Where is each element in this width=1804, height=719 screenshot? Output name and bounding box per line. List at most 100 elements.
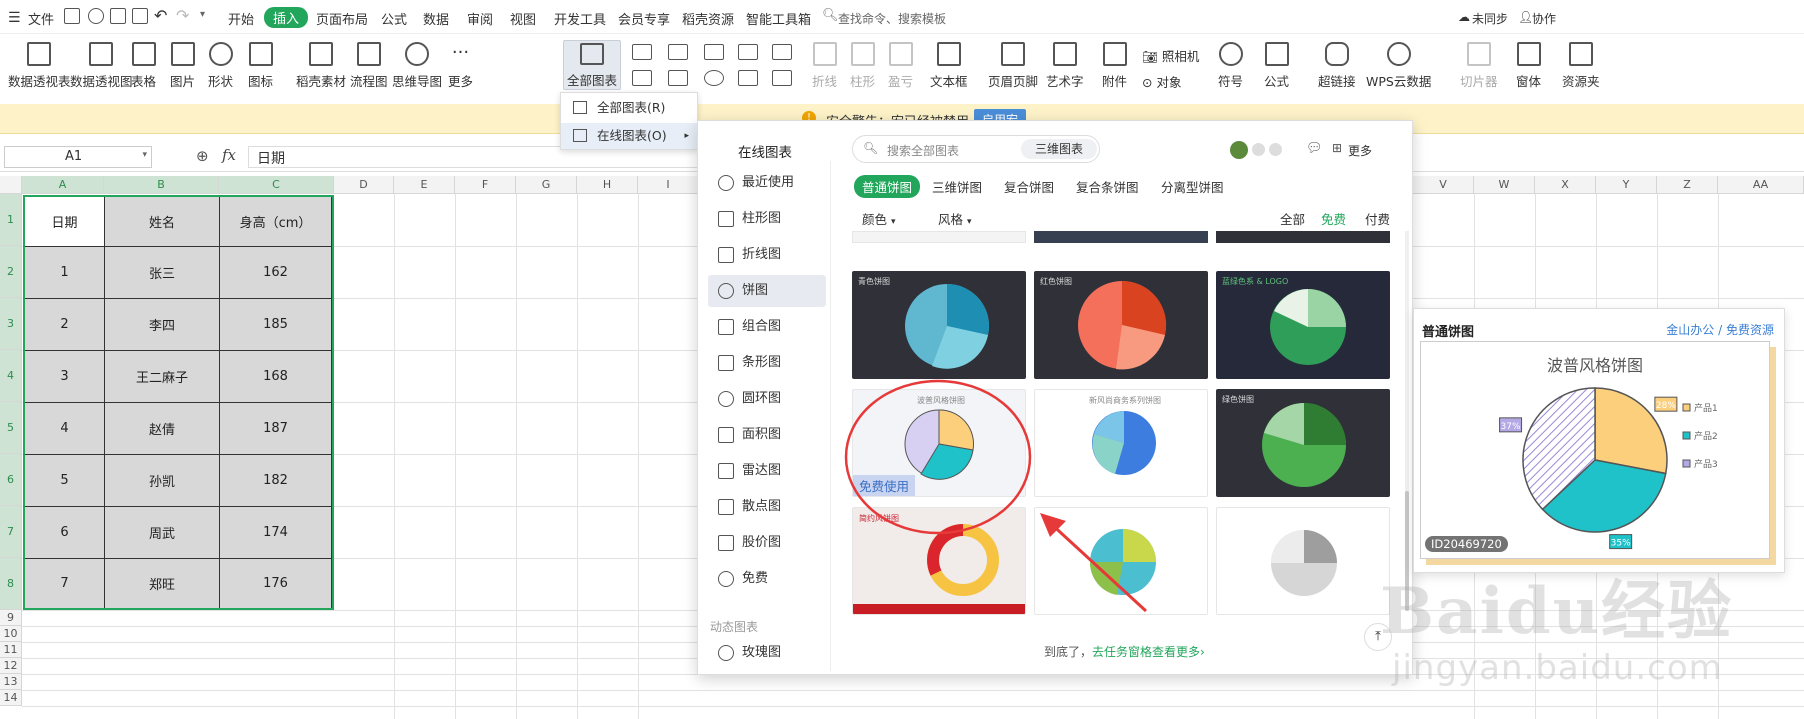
undo-icon[interactable]: ↶	[154, 6, 167, 25]
pie-chart-icon[interactable]	[704, 70, 724, 86]
sparkline-line-button[interactable]: 折线	[812, 42, 837, 90]
select-all-corner[interactable]	[0, 176, 22, 194]
row-header[interactable]: 13	[0, 674, 22, 690]
chart-thumbnail-partial[interactable]	[852, 231, 1026, 243]
sidebar-item-free[interactable]: 免费	[708, 563, 826, 595]
chart-thumbnail[interactable]	[1034, 507, 1208, 615]
all-charts-button[interactable]: 全部图表	[563, 40, 622, 90]
filter-paid[interactable]: 付费	[1365, 209, 1390, 228]
tab-bar-of-pie[interactable]: 复合条饼图	[1076, 177, 1139, 196]
chart-thumbnail[interactable]: 绿色饼图	[1216, 389, 1390, 497]
area-chart-icon[interactable]	[632, 70, 652, 86]
row-header[interactable]: 4	[0, 350, 22, 402]
tab-docer[interactable]: 稻壳资源	[682, 9, 734, 28]
tab-compound-pie[interactable]: 复合饼图	[1004, 177, 1054, 196]
column-header-g[interactable]: G	[516, 176, 577, 194]
icon-button[interactable]: 图标	[248, 42, 273, 90]
chart-thumbnail[interactable]	[1216, 507, 1390, 615]
row-header[interactable]: 5	[0, 402, 22, 454]
column-header-aa[interactable]: AA	[1718, 176, 1804, 194]
table-cell[interactable]: 赵倩	[104, 402, 220, 455]
column-header-y[interactable]: Y	[1596, 176, 1657, 194]
hamburger-icon[interactable]: ☰	[8, 10, 21, 26]
column-header-f[interactable]: F	[455, 176, 516, 194]
row-header[interactable]: 3	[0, 298, 22, 350]
sidebar-item-line[interactable]: 折线图	[708, 239, 826, 271]
file-menu[interactable]: 文件	[28, 9, 54, 28]
name-box[interactable]: A1 ▾	[4, 146, 152, 168]
column-header-e[interactable]: E	[394, 176, 455, 194]
filter-all[interactable]: 全部	[1280, 209, 1305, 228]
chart-thumbnail-pop-style[interactable]: 波普风格饼图 免费使用	[852, 389, 1026, 497]
pivot-chart-button[interactable]: 数据透视图	[70, 42, 133, 90]
style-filter[interactable]: 风格 ▾	[938, 209, 972, 228]
sparkline-winloss-button[interactable]: 盈亏	[888, 42, 913, 90]
table-header-cell[interactable]: 姓名	[104, 196, 220, 247]
zoom-icon[interactable]: ⊕	[196, 147, 209, 165]
bar-chart-small-icon[interactable]	[668, 44, 688, 60]
row-header[interactable]: 10	[0, 626, 22, 642]
tab-normal-pie[interactable]: 普通饼图	[854, 175, 921, 198]
chart-thumbnail-partial[interactable]	[1216, 231, 1390, 243]
search-tab-3d[interactable]: 三维图表	[1021, 139, 1097, 159]
textbox-button[interactable]: 文本框	[930, 42, 968, 90]
message-icon[interactable]: 💬︎	[1306, 141, 1323, 156]
shape-button[interactable]: 形状	[208, 42, 233, 90]
column-header-b[interactable]: B	[104, 176, 219, 194]
chart-thumbnail[interactable]: 红色饼图	[1034, 271, 1208, 379]
tab-home[interactable]: 开始	[228, 9, 254, 28]
sidebar-item-area[interactable]: 面积图	[708, 419, 826, 451]
chart-search-box[interactable]: 🔍︎ 搜索全部图表 三维图表	[852, 135, 1100, 163]
avatar[interactable]	[1230, 141, 1248, 159]
tab-member[interactable]: 会员专享	[618, 9, 670, 28]
column-header-x[interactable]: X	[1535, 176, 1596, 194]
column-header-d[interactable]: D	[334, 176, 394, 194]
sidebar-item-combo[interactable]: 组合图	[708, 311, 826, 343]
attachment-button[interactable]: 附件	[1102, 42, 1127, 90]
chart-thumbnail[interactable]: 蓝绿色系 & LOGO	[1216, 271, 1390, 379]
preview-source[interactable]: 金山办公 / 免费资源	[1666, 321, 1774, 338]
tab-view[interactable]: 视图	[510, 9, 536, 28]
preview-chart-area[interactable]: 波普风格饼图 28% 35% 37% 产品1 产品2 产品3 ID20469720	[1420, 341, 1770, 559]
tab-insert[interactable]: 插入	[264, 7, 309, 28]
color-filter[interactable]: 颜色 ▾	[862, 209, 896, 228]
column-header-c[interactable]: C	[219, 176, 334, 194]
table-cell[interactable]: 5	[24, 454, 105, 507]
menu-item-online-charts[interactable]: 在线图表(O) ▸	[561, 123, 697, 149]
mindmap-button[interactable]: 思维导图	[392, 42, 442, 90]
chart-thumbnail-partial[interactable]	[1034, 231, 1208, 243]
table-header-cell[interactable]: 身高（cm）	[219, 196, 332, 247]
sidebar-item-recent[interactable]: 最近使用	[708, 167, 826, 199]
row-header[interactable]: 11	[0, 642, 22, 658]
row-header[interactable]: 8	[0, 558, 22, 610]
quick-access-dropdown-icon[interactable]: ▾	[200, 9, 205, 20]
sidebar-item-radar[interactable]: 雷达图	[708, 455, 826, 487]
column-header-z[interactable]: Z	[1657, 176, 1718, 194]
table-cell[interactable]: 168	[219, 350, 332, 403]
free-use-badge[interactable]: 免费使用	[853, 475, 916, 496]
print-preview-icon[interactable]	[132, 8, 148, 24]
combo-chart-icon[interactable]	[668, 70, 688, 86]
table-cell[interactable]: 176	[219, 558, 332, 609]
wps-cloud-data-button[interactable]: WPS云数据	[1366, 42, 1431, 90]
collab-button[interactable]: 协作	[1532, 10, 1556, 27]
filter-free[interactable]: 免费	[1321, 209, 1346, 228]
tab-formula[interactable]: 公式	[381, 9, 407, 28]
tab-exploded-pie[interactable]: 分离型饼图	[1161, 177, 1224, 196]
table-cell[interactable]: 孙凯	[104, 454, 220, 507]
tab-developer[interactable]: 开发工具	[554, 9, 606, 28]
column-header-h[interactable]: H	[577, 176, 638, 194]
row-header[interactable]: 2	[0, 246, 22, 298]
form-button[interactable]: 窗体	[1516, 42, 1541, 90]
equation-button[interactable]: 公式	[1264, 42, 1289, 90]
line-chart-icon[interactable]	[704, 44, 724, 60]
picture-button[interactable]: 图片	[170, 42, 195, 90]
tab-toolbox[interactable]: 智能工具箱	[746, 9, 811, 28]
scatter-more-icon[interactable]	[772, 70, 792, 86]
table-cell[interactable]: 2	[24, 298, 105, 351]
table-cell[interactable]: 6	[24, 506, 105, 559]
pivot-table-button[interactable]: 数据透视表	[8, 42, 71, 90]
row-header[interactable]: 1	[0, 194, 22, 246]
chart-thumbnail[interactable]: 新风尚商务系列饼图	[1034, 389, 1208, 497]
sidebar-item-scatter[interactable]: 散点图	[708, 491, 826, 523]
